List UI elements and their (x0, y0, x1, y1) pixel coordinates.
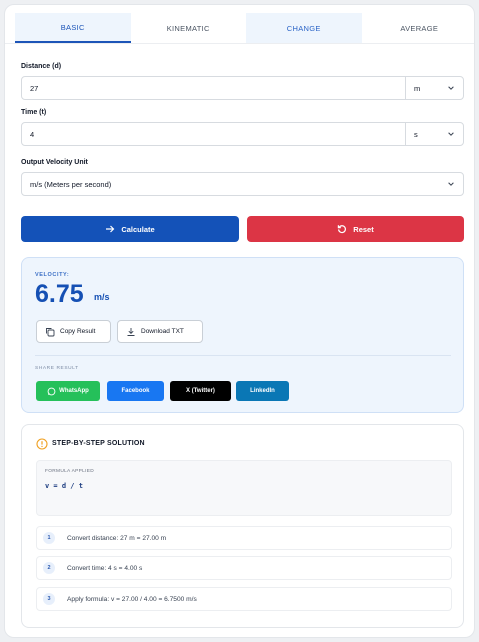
distance-field: 27 m (21, 76, 464, 100)
calculator-card: BASIC KINEMATIC CHANGE AVERAGE Distance … (4, 4, 475, 638)
output-unit-label: Output Velocity Unit (21, 159, 88, 166)
time-unit-value: s (414, 129, 418, 139)
arrow-right-icon (106, 225, 115, 233)
formula-text: v = d / t (45, 482, 83, 490)
copy-icon (46, 327, 55, 336)
chevron-down-icon (448, 132, 454, 136)
velocity-value: 6.75 (35, 280, 84, 308)
linkedin-button[interactable]: LinkedIn (236, 381, 289, 401)
solution-step: 3 Apply formula: v = 27.00 / 4.00 = 6.75… (36, 587, 452, 611)
distance-label: Distance (d) (21, 63, 62, 70)
facebook-button[interactable]: Facebook (107, 381, 164, 401)
solution-step: 1 Convert distance: 27 m = 27.00 m (36, 526, 452, 550)
step-text: Convert distance: 27 m = 27.00 m (67, 534, 167, 542)
facebook-label: Facebook (121, 388, 150, 394)
linkedin-label: LinkedIn (250, 388, 275, 394)
distance-unit-value: m (414, 83, 421, 93)
output-unit-select[interactable]: m/s (Meters per second) (21, 172, 464, 196)
velocity-unit: m/s (94, 292, 110, 302)
reset-label: Reset (353, 224, 374, 234)
solution-title: STEP-BY-STEP SOLUTION (52, 440, 145, 447)
download-txt-button[interactable]: Download TXT (117, 320, 203, 343)
copy-result-button[interactable]: Copy Result (36, 320, 111, 343)
copy-result-label: Copy Result (60, 328, 96, 335)
chevron-down-icon (448, 86, 454, 90)
formula-box: FORMULA APPLIED v = d / t (36, 460, 452, 516)
time-input[interactable]: 4 (22, 123, 405, 145)
solution-panel: STEP-BY-STEP SOLUTION FORMULA APPLIED v … (21, 424, 464, 628)
step-number: 3 (43, 593, 55, 605)
tab-basic[interactable]: BASIC (15, 13, 131, 43)
info-icon (36, 438, 48, 450)
step-text: Convert time: 4 s = 4.00 s (67, 564, 143, 572)
step-text: Apply formula: v = 27.00 / 4.00 = 6.7500… (67, 595, 197, 603)
reset-button[interactable]: Reset (247, 216, 464, 242)
download-icon (127, 327, 135, 336)
time-unit-select[interactable]: s (405, 123, 463, 145)
velocity-label: VELOCITY: (35, 272, 70, 278)
distance-input[interactable]: 27 (22, 77, 405, 99)
calculate-button[interactable]: Calculate (21, 216, 239, 242)
whatsapp-label: WhatsApp (59, 388, 89, 394)
tab-kinematic[interactable]: KINEMATIC (131, 13, 247, 43)
time-label: Time (t) (21, 109, 47, 116)
result-panel: VELOCITY: 6.75 m/s Copy Result Download … (21, 257, 464, 413)
step-number: 1 (43, 532, 55, 544)
whatsapp-button[interactable]: WhatsApp (36, 381, 100, 401)
formula-label: FORMULA APPLIED (45, 469, 95, 474)
chevron-down-icon (448, 182, 454, 186)
step-number: 2 (43, 562, 55, 574)
calculate-label: Calculate (121, 224, 155, 234)
whatsapp-icon (47, 387, 56, 395)
tab-bar: BASIC KINEMATIC CHANGE AVERAGE (15, 13, 475, 43)
download-txt-label: Download TXT (141, 328, 184, 335)
tab-divider (5, 43, 474, 44)
reset-icon (338, 225, 347, 234)
time-field: 4 s (21, 122, 464, 146)
distance-unit-select[interactable]: m (405, 77, 463, 99)
twitter-label: X (Twitter) (186, 388, 215, 394)
output-unit-value: m/s (Meters per second) (30, 179, 112, 189)
tab-change[interactable]: CHANGE (246, 13, 362, 43)
output-unit-chevron (447, 173, 463, 195)
solution-step: 2 Convert time: 4 s = 4.00 s (36, 556, 452, 580)
share-result-label: SHARE RESULT (35, 366, 79, 371)
tab-average[interactable]: AVERAGE (362, 13, 475, 43)
twitter-button[interactable]: X (Twitter) (170, 381, 231, 401)
share-divider (35, 355, 451, 356)
